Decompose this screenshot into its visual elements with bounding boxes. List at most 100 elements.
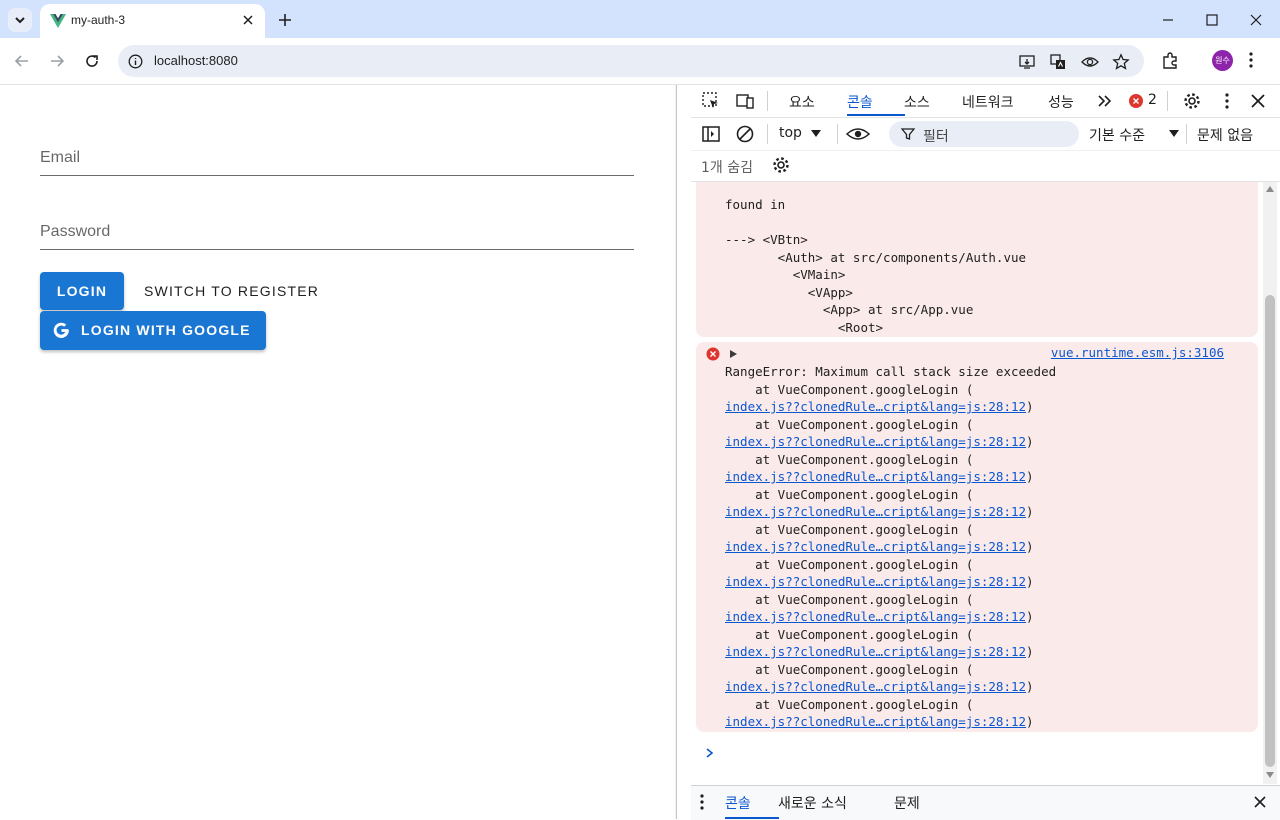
expand-triangle-icon[interactable] xyxy=(730,350,737,358)
stack-frame-close: ) xyxy=(1026,644,1034,659)
tab-performance[interactable]: 성능 xyxy=(1048,92,1074,112)
browser-tab[interactable]: my-auth-3 xyxy=(40,4,265,38)
stack-frame-close: ) xyxy=(1026,679,1034,694)
stack-frame-line: index.js??clonedRule…cript&lang=js:28:12… xyxy=(725,608,1056,626)
close-tab-icon[interactable] xyxy=(240,12,256,28)
error-count-icon[interactable] xyxy=(1129,94,1143,108)
reload-icon[interactable] xyxy=(82,51,102,71)
profile-avatar[interactable]: 원수 xyxy=(1212,50,1233,71)
filter-input[interactable]: 필터 xyxy=(889,121,1079,147)
maximize-icon[interactable] xyxy=(1202,10,1222,30)
stack-frame-link[interactable]: index.js??clonedRule…cript&lang=js:28:12 xyxy=(725,504,1026,519)
clear-console-icon[interactable] xyxy=(735,124,755,144)
console-settings-gear-icon[interactable] xyxy=(771,155,791,175)
stack-frame-link[interactable]: index.js??clonedRule…cript&lang=js:28:12 xyxy=(725,434,1026,449)
scroll-down-icon[interactable] xyxy=(1266,772,1274,778)
stack-frame-link[interactable]: index.js??clonedRule…cript&lang=js:28:12 xyxy=(725,469,1026,484)
tab-network[interactable]: 네트워크 xyxy=(962,92,1014,112)
tab-console[interactable]: 콘솔 xyxy=(847,92,873,112)
close-drawer-icon[interactable] xyxy=(1252,794,1268,810)
more-tabs-icon[interactable] xyxy=(1095,91,1115,111)
stack-frame-link[interactable]: index.js??clonedRule…cript&lang=js:28:12 xyxy=(725,574,1026,589)
stack-frame-text: at VueComponent.googleLogin ( xyxy=(725,521,974,537)
stack-frame-text: at VueComponent.googleLogin ( xyxy=(725,556,974,572)
error-count[interactable]: 2 xyxy=(1148,92,1157,108)
drawer-tab-console[interactable]: 콘솔 xyxy=(725,793,751,813)
minimize-icon[interactable] xyxy=(1158,10,1178,30)
stack-frame-close: ) xyxy=(1026,539,1034,554)
install-app-icon[interactable] xyxy=(1018,53,1036,71)
stack-frame-close: ) xyxy=(1026,609,1034,624)
stack-frame-line: index.js??clonedRule…cript&lang=js:28:12… xyxy=(725,398,1056,416)
inspect-element-icon[interactable] xyxy=(701,91,721,111)
stack-frame-line: index.js??clonedRule…cript&lang=js:28:12… xyxy=(725,433,1056,451)
stack-frame-close: ) xyxy=(1026,714,1034,729)
tab-strip: my-auth-3 xyxy=(0,0,1280,38)
console-messages: found in ---> <VBtn> <Auth> at src/compo… xyxy=(691,182,1258,784)
scroll-thumb[interactable] xyxy=(1265,295,1275,767)
stack-frame-link[interactable]: index.js??clonedRule…cript&lang=js:28:12 xyxy=(725,679,1026,694)
extensions-icon[interactable] xyxy=(1160,51,1180,71)
tab-elements[interactable]: 요소 xyxy=(789,92,815,112)
stack-frame-link[interactable]: index.js??clonedRule…cript&lang=js:28:12 xyxy=(725,399,1026,414)
device-toolbar-icon[interactable] xyxy=(735,91,755,111)
new-tab-icon[interactable] xyxy=(276,11,294,29)
console-prompt-icon[interactable] xyxy=(705,748,715,758)
drawer-menu-icon[interactable] xyxy=(699,793,705,811)
login-with-google-button[interactable]: LOGIN WITH GOOGLE xyxy=(40,311,266,350)
browser-menu-icon[interactable] xyxy=(1248,50,1254,70)
issues-indicator[interactable]: 문제 없음 xyxy=(1197,125,1253,145)
active-tab-indicator xyxy=(847,114,905,116)
stack-frame-link[interactable]: index.js??clonedRule…cript&lang=js:28:12 xyxy=(725,714,1026,729)
stack-frame-link[interactable]: index.js??clonedRule…cript&lang=js:28:12 xyxy=(725,539,1026,554)
stack-frame-line: index.js??clonedRule…cript&lang=js:28:12… xyxy=(725,713,1056,731)
stack-frame-text: at VueComponent.googleLogin ( xyxy=(725,451,974,467)
forward-icon[interactable] xyxy=(47,51,67,71)
stack-trace: RangeError: Maximum call stack size exce… xyxy=(725,363,1056,731)
toolbar-divider xyxy=(1186,124,1187,144)
switch-to-register-button[interactable]: SWITCH TO REGISTER xyxy=(132,272,331,310)
stack-frame-text: at VueComponent.googleLogin ( xyxy=(725,696,974,712)
back-icon[interactable] xyxy=(12,51,32,71)
translate-icon[interactable] xyxy=(1049,53,1067,71)
console-scrollbar[interactable] xyxy=(1263,182,1277,784)
stack-frame-line: index.js??clonedRule…cript&lang=js:28:12… xyxy=(725,538,1056,556)
google-icon xyxy=(53,322,69,338)
settings-gear-icon[interactable] xyxy=(1182,91,1202,111)
bookmark-star-icon[interactable] xyxy=(1112,53,1130,71)
address-bar[interactable]: localhost:8080 xyxy=(118,45,1144,77)
close-window-icon[interactable] xyxy=(1246,10,1266,30)
stack-frame-link[interactable]: index.js??clonedRule…cript&lang=js:28:12 xyxy=(725,644,1026,659)
browser-toolbar: localhost:8080 원수 xyxy=(0,38,1280,85)
console-toolbar: top 필터 기본 수준 문제 없음 xyxy=(691,118,1280,151)
sidebar-toggle-icon[interactable] xyxy=(701,124,721,144)
tab-search-button[interactable] xyxy=(8,8,32,32)
eye-icon[interactable] xyxy=(1081,53,1099,71)
source-link[interactable]: vue.runtime.esm.js:3106 xyxy=(1051,345,1224,360)
site-info-icon[interactable] xyxy=(128,54,143,69)
stack-frame-line: index.js??clonedRule…cript&lang=js:28:12… xyxy=(725,643,1056,661)
live-expression-eye-icon[interactable] xyxy=(846,124,870,144)
stack-frame-line: index.js??clonedRule…cript&lang=js:28:12… xyxy=(725,573,1056,591)
drawer-tab-whats-new[interactable]: 새로운 소식 xyxy=(778,793,847,813)
hidden-count[interactable]: 1개 숨김 xyxy=(701,157,753,177)
error-message: RangeError: Maximum call stack size exce… xyxy=(725,364,1057,379)
context-selector[interactable]: top xyxy=(779,125,802,141)
password-label: Password xyxy=(40,223,111,240)
drawer-tab-issues[interactable]: 문제 xyxy=(894,793,920,813)
password-field[interactable]: Password xyxy=(40,213,634,250)
login-button[interactable]: LOGIN xyxy=(40,272,124,310)
stack-frame-text: at VueComponent.googleLogin ( xyxy=(725,661,974,677)
stack-frame-line: index.js??clonedRule…cript&lang=js:28:12… xyxy=(725,468,1056,486)
log-levels-dropdown[interactable]: 기본 수준 xyxy=(1089,125,1145,145)
devtools-menu-icon[interactable] xyxy=(1217,91,1237,111)
google-button-label: LOGIN WITH GOOGLE xyxy=(81,322,251,338)
scroll-up-icon[interactable] xyxy=(1266,186,1274,192)
close-devtools-icon[interactable] xyxy=(1248,91,1268,111)
stack-frame-close: ) xyxy=(1026,469,1034,484)
tab-sources[interactable]: 소스 xyxy=(904,92,930,112)
email-field[interactable]: Email xyxy=(40,139,634,176)
stack-frame-link[interactable]: index.js??clonedRule…cript&lang=js:28:12 xyxy=(725,609,1026,624)
url-text: localhost:8080 xyxy=(154,53,238,68)
stack-frame-text: at VueComponent.googleLogin ( xyxy=(725,486,974,502)
